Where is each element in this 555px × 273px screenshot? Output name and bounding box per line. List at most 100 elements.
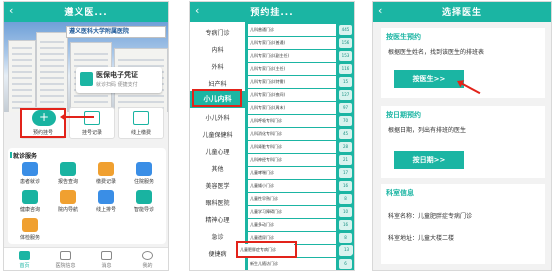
- clinic-item[interactable]: 儿科普通门诊: [248, 24, 336, 36]
- clinic-item[interactable]: 儿科专家门诊(夜间): [248, 89, 336, 101]
- message-icon: [101, 251, 112, 260]
- queue-icon: [98, 190, 114, 204]
- clinic-count: 6: [339, 259, 352, 269]
- section-heading: 科室信息: [386, 189, 414, 197]
- grid-item[interactable]: 院内导航: [52, 190, 84, 216]
- services-panel: 就诊服务 患者就诊 报告查询 缴费记录 住院服务 健康咨询 院内导航 线上排号: [8, 148, 166, 244]
- clinic-item[interactable]: 儿科肾脏专科门诊: [248, 141, 336, 153]
- hospital-banner: 遵义医科大学附属医院 医保电子凭证 就诊扫码 便捷支付: [4, 22, 168, 112]
- clinic-count: 16: [339, 220, 352, 230]
- user-icon: [142, 251, 153, 260]
- medical-insurance-card[interactable]: 医保电子凭证 就诊扫码 便捷支付: [76, 67, 162, 93]
- grid-item[interactable]: 线上排号: [90, 190, 122, 216]
- clinic-item[interactable]: 儿童多动门诊: [248, 219, 336, 231]
- phone-choose-doctor-screen: ‹ 选择医生 按医生预约 根据医生姓名，找到该医生的排班表 按医生>> 按日期预…: [372, 1, 552, 271]
- clinic-item[interactable]: 新生儿随访门诊: [248, 258, 336, 270]
- registration-record-button[interactable]: 挂号记录: [69, 107, 115, 139]
- section-heading: 按日期预约: [386, 111, 421, 119]
- department-item[interactable]: 美容医学: [190, 178, 245, 195]
- by-date-section: 按日期预约 根据日期，列出有排班的医生 按日期>>: [381, 106, 545, 178]
- grid-item[interactable]: 住院服务: [128, 162, 160, 188]
- page-title: 预约挂...: [250, 8, 294, 18]
- clinic-item[interactable]: 儿科专家门诊(周末): [248, 102, 336, 114]
- clinic-count: 10: [339, 207, 352, 217]
- grid-item-label: 体检服务: [19, 235, 40, 241]
- clinic-item[interactable]: 儿童哮喘门诊: [248, 167, 336, 179]
- section-description: 根据医生姓名，找到该医生的排班表: [388, 49, 485, 56]
- department-item[interactable]: 儿童保健科: [190, 127, 245, 144]
- by-doctor-button[interactable]: 按医生>>: [394, 70, 464, 88]
- grid-item[interactable]: 智能导诊: [128, 190, 160, 216]
- insurance-card-subtitle: 就诊扫码 便捷支付: [96, 82, 138, 88]
- phone-home-screen: ‹ 遵义医... 遵义医科大学附属医院 医保电子凭证 就诊扫码 便捷支付 + 预…: [3, 1, 169, 271]
- clinic-count: 116: [339, 64, 352, 74]
- page-title: 遵义医...: [64, 8, 108, 18]
- clinic-item[interactable]: 儿科消化专科门诊: [248, 128, 336, 140]
- clinic-item[interactable]: 儿童性早熟门诊: [248, 193, 336, 205]
- clinic-item[interactable]: 儿童矮小门诊: [248, 180, 336, 192]
- tab-me[interactable]: 我的: [127, 248, 168, 270]
- section-description: 根据日期，列出有排班的医生: [388, 127, 467, 134]
- grid-item[interactable]: 体检服务: [14, 218, 46, 244]
- clinic-item[interactable]: 儿科专家门诊(特需): [248, 76, 336, 88]
- clinic-item[interactable]: 儿科呼吸专科门诊: [248, 115, 336, 127]
- clinic-item[interactable]: 儿科专家门诊(副主任): [248, 50, 336, 62]
- chat-icon: [22, 190, 38, 204]
- tab-label: 医院信息: [55, 263, 76, 269]
- clinic-count: 8: [339, 233, 352, 243]
- clinic-count: 45: [339, 129, 352, 139]
- grid-item[interactable]: 缴费记录: [90, 162, 122, 188]
- online-payment-button[interactable]: 线上缴费: [118, 107, 164, 139]
- quick-label: 线上缴费: [130, 130, 151, 136]
- top-bar: ‹ 选择医生: [373, 2, 551, 22]
- department-item[interactable]: 眼科医院: [190, 195, 245, 212]
- department-item[interactable]: 内科: [190, 42, 245, 59]
- record-icon: [84, 111, 100, 125]
- department-item[interactable]: 精神心理: [190, 212, 245, 229]
- clinic-item[interactable]: 儿科神经专科门诊: [248, 154, 336, 166]
- tab-label: 消息: [101, 263, 112, 269]
- department-address: 科室地址：儿童大楼二楼: [388, 235, 455, 242]
- by-date-button[interactable]: 按日期>>: [394, 151, 464, 169]
- home-icon: [19, 251, 30, 260]
- clinic-count: 445: [339, 25, 352, 35]
- tab-hospital-info[interactable]: 医院信息: [45, 248, 86, 270]
- quick-label: 挂号记录: [81, 130, 102, 136]
- department-item[interactable]: 专病门诊: [190, 25, 245, 42]
- clinic-count: 21: [339, 155, 352, 165]
- insurance-card-icon: [80, 72, 93, 86]
- grid-item[interactable]: 报告查询: [52, 162, 84, 188]
- clinic-item[interactable]: 儿科专家门诊(主任): [248, 63, 336, 75]
- payment-icon: [133, 111, 149, 125]
- patient-icon: [22, 162, 38, 176]
- department-item[interactable]: 儿童心理: [190, 144, 245, 161]
- department-item[interactable]: 外科: [190, 59, 245, 76]
- grid-item-label: 报告查询: [57, 179, 78, 185]
- department-item[interactable]: 小儿外科: [190, 110, 245, 127]
- grid-item-label: 住院服务: [133, 179, 154, 185]
- clinic-count: 8: [339, 194, 352, 204]
- bill-icon: [98, 162, 114, 176]
- grid-item-label: 患者就诊: [19, 179, 40, 185]
- clinic-count: 28: [339, 142, 352, 152]
- grid-item[interactable]: 健康咨询: [14, 190, 46, 216]
- clinic-count: 13: [340, 245, 353, 255]
- grid-item-label: 院内导航: [57, 207, 78, 213]
- grid-item[interactable]: 患者就诊: [14, 162, 46, 188]
- highlight-box: [192, 89, 242, 107]
- grid-item-label: 健康咨询: [19, 207, 40, 213]
- highlight-box: [236, 241, 297, 258]
- report-icon: [60, 162, 76, 176]
- tab-messages[interactable]: 消息: [86, 248, 127, 270]
- clinic-item[interactable]: 儿童学习障碍门诊: [248, 206, 336, 218]
- department-item[interactable]: 其他: [190, 161, 245, 178]
- clinic-item[interactable]: 儿科专家门诊(普通): [248, 37, 336, 49]
- tab-home[interactable]: 首页: [4, 248, 45, 270]
- grid-item-label: 智能导诊: [133, 207, 154, 213]
- building-icon: [60, 251, 71, 260]
- insurance-card-title: 医保电子凭证: [96, 71, 138, 79]
- department-list: 专病门诊 内科 外科 妇产科 小儿内科 小儿外科 儿童保健科 儿童心理 其他 美…: [190, 22, 245, 270]
- clinic-count: 16: [339, 181, 352, 191]
- tab-label: 首页: [19, 263, 30, 269]
- hospital-sign: 遵义医科大学附属医院: [66, 26, 166, 38]
